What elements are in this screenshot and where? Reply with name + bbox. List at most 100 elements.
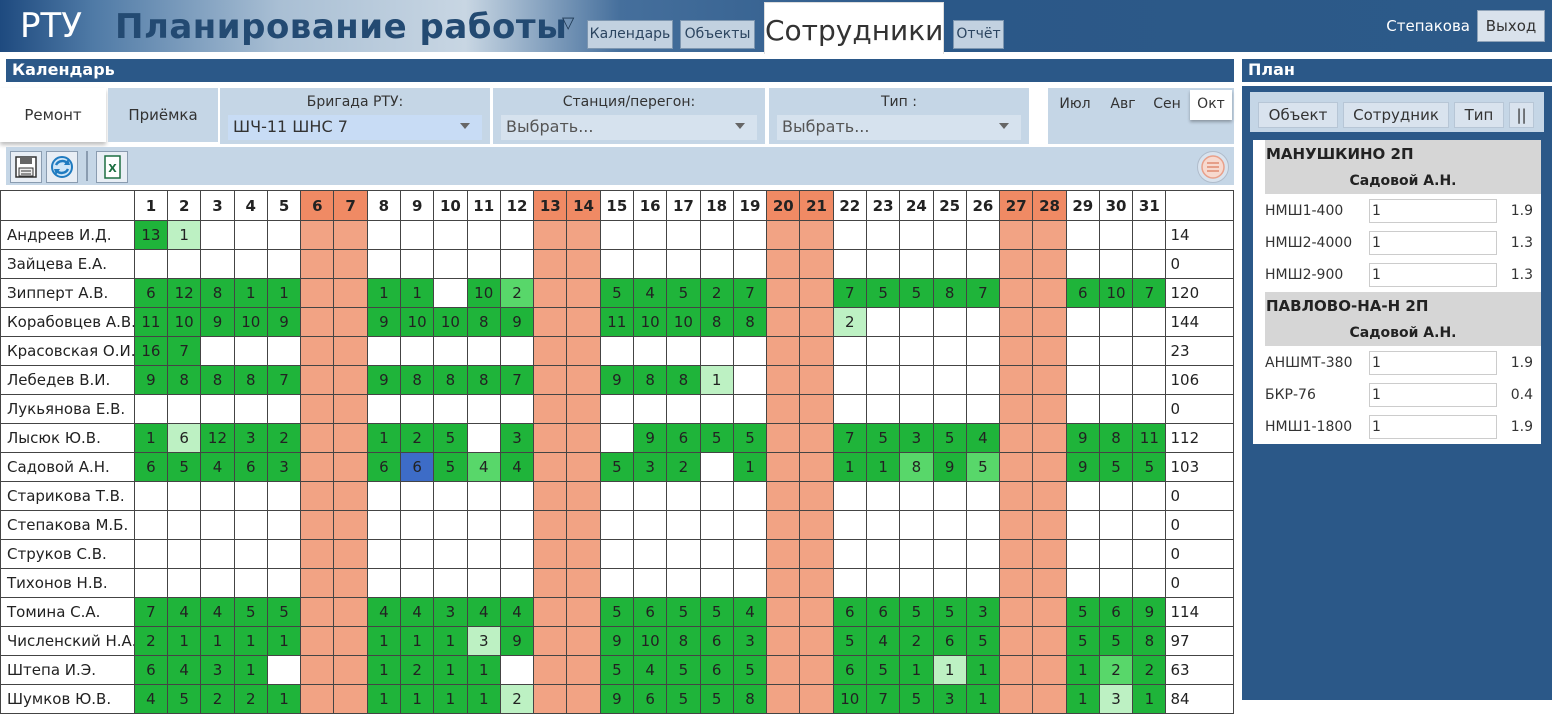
day-cell[interactable] (533, 452, 568, 482)
day-cell[interactable] (433, 220, 468, 250)
day-cell[interactable] (233, 568, 268, 598)
day-cell[interactable] (932, 568, 967, 598)
day-cell[interactable] (433, 510, 468, 540)
employee-name[interactable]: Корабовцев А.В. (0, 307, 135, 337)
day-cell[interactable]: 5 (433, 423, 468, 453)
day-cell[interactable]: 2 (666, 452, 701, 482)
day-cell[interactable] (899, 365, 934, 395)
plan-item-qty-input[interactable]: 1 (1369, 199, 1497, 223)
day-cell[interactable]: 11 (599, 307, 634, 337)
day-cell[interactable] (632, 394, 668, 424)
day-cell[interactable] (233, 481, 268, 511)
day-cell[interactable] (433, 394, 468, 424)
day-cell[interactable] (433, 336, 468, 366)
day-cell[interactable] (566, 481, 601, 511)
day-cell[interactable]: 2 (499, 684, 535, 714)
day-cell[interactable]: 1 (266, 684, 302, 714)
day-cell[interactable]: 5 (666, 278, 701, 308)
day-cell[interactable] (932, 365, 967, 395)
day-cell[interactable] (1098, 307, 1134, 337)
menu-icon[interactable] (1197, 151, 1229, 183)
day-cell[interactable] (865, 365, 901, 395)
day-cell[interactable] (533, 655, 568, 685)
day-cell[interactable] (632, 249, 668, 279)
day-cell[interactable] (932, 307, 967, 337)
plan-item-qty-input[interactable]: 1 (1369, 231, 1497, 255)
day-cell[interactable] (167, 249, 202, 279)
day-cell[interactable] (333, 365, 368, 395)
day-cell[interactable] (266, 220, 302, 250)
day-cell[interactable] (466, 423, 501, 453)
day-cell[interactable] (799, 365, 834, 395)
day-cell[interactable] (400, 394, 435, 424)
day-cell[interactable] (865, 510, 901, 540)
excel-icon[interactable]: X (96, 151, 128, 183)
day-cell[interactable] (666, 510, 701, 540)
day-cell[interactable]: 3 (200, 655, 235, 685)
day-cell[interactable] (899, 307, 934, 337)
day-cell[interactable] (533, 539, 568, 569)
day-cell[interactable] (499, 539, 535, 569)
day-cell[interactable]: 10 (233, 307, 268, 337)
day-cell[interactable] (965, 249, 1001, 279)
day-cell[interactable] (300, 655, 335, 685)
day-cell[interactable]: 8 (200, 278, 235, 308)
day-cell[interactable] (699, 539, 734, 569)
day-cell[interactable] (832, 336, 867, 366)
day-cell[interactable] (300, 510, 335, 540)
save-icon[interactable] (10, 151, 42, 183)
day-cell[interactable] (865, 220, 901, 250)
day-cell[interactable]: 1 (233, 655, 268, 685)
day-cell[interactable] (732, 249, 768, 279)
day-cell[interactable] (732, 481, 768, 511)
day-cell[interactable] (266, 655, 302, 685)
day-cell[interactable] (133, 481, 169, 511)
day-cell[interactable] (300, 307, 335, 337)
day-cell[interactable] (1098, 510, 1134, 540)
employee-name[interactable]: Старикова Т.В. (0, 481, 135, 511)
day-cell[interactable] (533, 510, 568, 540)
day-cell[interactable]: 6 (666, 423, 701, 453)
day-cell[interactable] (999, 365, 1034, 395)
day-cell[interactable] (999, 626, 1034, 656)
day-cell[interactable] (899, 510, 934, 540)
day-cell[interactable] (167, 539, 202, 569)
day-cell[interactable]: 1 (433, 655, 468, 685)
day-cell[interactable] (666, 394, 701, 424)
day-cell[interactable]: 7 (266, 365, 302, 395)
day-cell[interactable]: 3 (466, 626, 501, 656)
day-cell[interactable] (1098, 394, 1134, 424)
day-cell[interactable]: 4 (133, 684, 169, 714)
day-cell[interactable]: 5 (266, 597, 302, 627)
day-cell[interactable]: 8 (1132, 626, 1167, 656)
nav-report[interactable]: Отчёт (953, 20, 1004, 49)
day-cell[interactable] (799, 539, 834, 569)
day-cell[interactable]: 4 (499, 597, 535, 627)
day-cell[interactable] (533, 423, 568, 453)
day-cell[interactable]: 2 (899, 626, 934, 656)
day-cell[interactable]: 10 (167, 307, 202, 337)
day-cell[interactable] (799, 655, 834, 685)
month-sep[interactable]: Сен (1146, 90, 1188, 120)
day-cell[interactable] (965, 394, 1001, 424)
day-cell[interactable] (666, 336, 701, 366)
day-cell[interactable] (1032, 684, 1067, 714)
day-cell[interactable]: 5 (1065, 597, 1100, 627)
day-cell[interactable]: 4 (632, 278, 668, 308)
day-cell[interactable]: 6 (865, 597, 901, 627)
day-cell[interactable] (899, 220, 934, 250)
day-cell[interactable] (366, 539, 402, 569)
day-cell[interactable]: 6 (366, 452, 402, 482)
chevron-down-icon[interactable] (460, 123, 470, 129)
day-cell[interactable]: 1 (266, 278, 302, 308)
day-cell[interactable] (999, 655, 1034, 685)
day-cell[interactable]: 7 (133, 597, 169, 627)
day-cell[interactable]: 6 (233, 452, 268, 482)
day-cell[interactable] (965, 510, 1001, 540)
day-cell[interactable]: 8 (899, 452, 934, 482)
day-cell[interactable] (1032, 394, 1067, 424)
day-cell[interactable] (566, 423, 601, 453)
employee-name[interactable]: Лукьянова Е.В. (0, 394, 135, 424)
station-select[interactable]: Выбрать... (501, 115, 757, 140)
day-cell[interactable] (1098, 365, 1134, 395)
